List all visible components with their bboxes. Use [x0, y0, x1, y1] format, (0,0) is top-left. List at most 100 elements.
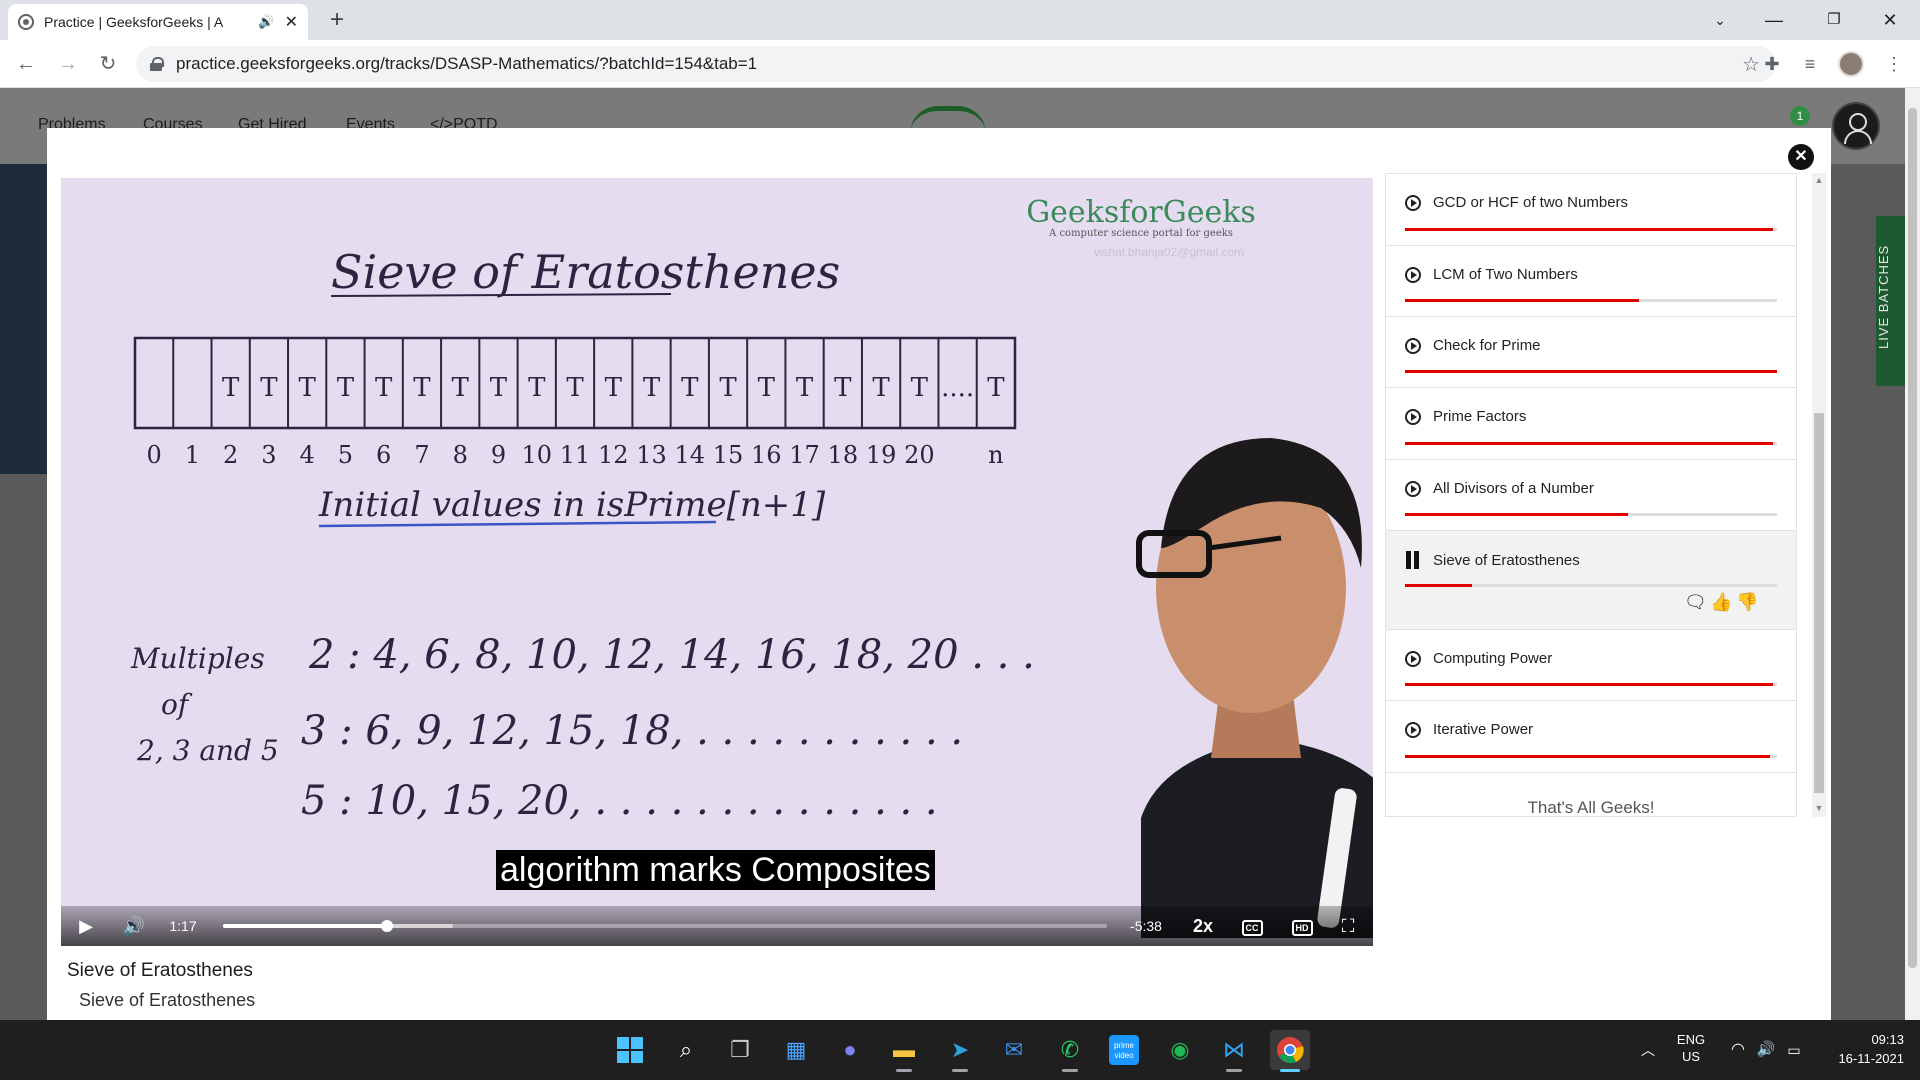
array-cell-value: T — [834, 373, 852, 403]
seek-handle[interactable] — [380, 920, 393, 932]
playlist-item-label: Iterative Power — [1433, 721, 1534, 738]
playlist-progress-fill — [1405, 513, 1629, 516]
profile-avatar[interactable] — [1838, 51, 1864, 77]
array-index-label: 3 — [261, 441, 276, 469]
array-index-label: 12 — [598, 441, 629, 469]
extensions-icon[interactable]: ✚ — [1758, 50, 1786, 78]
playlist-item[interactable]: Computing Power — [1386, 630, 1796, 701]
playlist-item-active[interactable]: Sieve of Eratosthenes 🗨 👍 👎 — [1386, 531, 1796, 630]
notification-badge[interactable]: 1 — [1790, 106, 1810, 126]
playlist-item[interactable]: LCM of Two Numbers — [1386, 246, 1796, 317]
page-hero-strip — [0, 164, 48, 474]
mail-icon[interactable]: ✉ — [994, 1030, 1034, 1070]
battery-icon[interactable]: ▭ — [1782, 1020, 1806, 1080]
more-menu-icon[interactable]: ⋮ — [1880, 50, 1908, 78]
play-circle-icon — [1405, 480, 1421, 497]
array-cell-value: T — [758, 373, 776, 403]
tray-overflow-icon[interactable]: ︿ — [1636, 1020, 1660, 1080]
page-scrollbar[interactable] — [1905, 88, 1920, 1020]
playlist-item[interactable]: Prime Factors — [1386, 388, 1796, 460]
playlist-item[interactable]: GCD or HCF of two Numbers — [1386, 174, 1796, 246]
fullscreen-icon[interactable]: ⛶ — [1333, 906, 1363, 946]
array-cell-value: T — [413, 373, 431, 403]
clock[interactable]: 09:13 16-11-2021 — [1818, 1020, 1904, 1080]
tab-search-icon[interactable]: ⌄ — [1690, 0, 1750, 40]
quality-icon[interactable]: HD — [1287, 906, 1317, 946]
playlist-progress-fill — [1405, 370, 1777, 373]
minimize-button[interactable]: — — [1744, 0, 1804, 40]
close-tab-icon[interactable]: ✕ — [285, 12, 298, 32]
whatsapp-icon[interactable]: ✆ — [1050, 1030, 1090, 1072]
prime-video-icon[interactable]: prime video — [1104, 1030, 1144, 1070]
taskbar: ⌕ ❐ ▦ ● ▬ ➤ ✉ ✆ prime video ◉ ⋈ ︿ ENG US… — [0, 1020, 1920, 1080]
running-indicator — [1062, 1069, 1078, 1072]
playlist-panel: GCD or HCF of two Numbers LCM of Two Num… — [1385, 173, 1797, 817]
lock-icon[interactable] — [150, 57, 164, 71]
array-cell-value: T — [490, 373, 508, 403]
browser-tab[interactable]: Practice | GeeksforGeeks | A 🔊 ✕ — [8, 4, 308, 40]
play-icon[interactable]: ▶ — [71, 906, 101, 946]
speaker-icon[interactable]: 🔊 — [258, 14, 274, 30]
video-player[interactable]: GeeksforGeeks A computer science portal … — [61, 178, 1373, 946]
playlist-scrollbar-thumb[interactable] — [1814, 413, 1824, 793]
playlist-item[interactable]: Check for Prime — [1386, 317, 1796, 388]
wifi-icon[interactable]: ◠ — [1726, 1020, 1750, 1080]
array-index-label: 11 — [560, 441, 591, 469]
media-control-icon[interactable]: ≡ — [1796, 50, 1824, 78]
restore-button[interactable]: ❐ — [1804, 0, 1864, 40]
address-bar[interactable]: practice.geeksforgeeks.org/tracks/DSASP-… — [136, 46, 1776, 82]
playlist-item[interactable]: Iterative Power — [1386, 701, 1796, 773]
teams-chat-icon[interactable]: ● — [830, 1030, 870, 1070]
array-index-label: 20 — [904, 441, 935, 469]
array-cell-value: T — [911, 373, 929, 403]
array-cell-value: T — [528, 373, 546, 403]
close-modal-button[interactable]: ✕ — [1788, 144, 1814, 170]
file-explorer-icon[interactable]: ▬ — [884, 1030, 924, 1072]
task-view-icon[interactable]: ❐ — [720, 1030, 760, 1070]
array-index-label: 14 — [675, 441, 706, 469]
playlist-scrollbar[interactable]: ▲ ▼ — [1812, 173, 1826, 817]
array-cells: T T T T T T T T T T T T T T T T T T T.... T — [172, 338, 1005, 428]
speed-button[interactable]: 2x — [1183, 906, 1223, 946]
language-indicator[interactable]: ENG US — [1666, 1020, 1716, 1080]
close-window-button[interactable]: ✕ — [1860, 0, 1920, 40]
globe-icon — [18, 14, 34, 30]
widgets-icon[interactable]: ▦ — [776, 1030, 816, 1070]
video-title: Sieve of Eratosthenes — [67, 960, 253, 981]
forward-button[interactable]: → — [52, 48, 84, 80]
watermark-email: vishal.bhanja02@gmail.com — [1094, 245, 1244, 259]
reload-button[interactable]: ↻ — [92, 48, 124, 80]
array-cell-value: T — [260, 373, 278, 403]
page-scrollbar-thumb[interactable] — [1908, 108, 1917, 968]
multiples-row-3: 3 : 6, 9, 12, 15, 18, . . . . . . . . . … — [301, 708, 963, 754]
playlist-item[interactable]: All Divisors of a Number — [1386, 460, 1796, 531]
spotify-icon[interactable]: ◉ — [1160, 1030, 1200, 1070]
video-subtitle: Sieve of Eratosthenes — [79, 990, 256, 1010]
search-icon[interactable]: ⌕ — [666, 1030, 706, 1070]
chrome-icon[interactable] — [1270, 1030, 1310, 1072]
user-avatar[interactable] — [1832, 102, 1880, 150]
thumbs-up-icon[interactable]: 👍 — [1710, 591, 1732, 613]
seek-bar[interactable] — [223, 920, 1107, 932]
multiples-row-5: 5 : 10, 15, 20, . . . . . . . . . . . . … — [301, 778, 938, 824]
multiples-label-line1: Multiples — [130, 642, 265, 675]
volume-tray-icon[interactable]: 🔊 — [1754, 1020, 1778, 1080]
back-button[interactable]: ← — [10, 48, 42, 80]
captions-icon[interactable]: CC — [1237, 906, 1267, 946]
scroll-down-icon[interactable]: ▼ — [1812, 803, 1826, 813]
live-batches-tab[interactable]: LIVE BATCHES — [1876, 216, 1905, 386]
start-icon[interactable] — [610, 1030, 650, 1070]
array-cell-value: T — [872, 373, 890, 403]
running-indicator — [896, 1069, 912, 1072]
new-tab-button[interactable]: + — [322, 6, 352, 36]
browser-toolbar: ← → ↻ practice.geeksforgeeks.org/tracks/… — [0, 40, 1920, 88]
comment-icon[interactable]: 🗨 — [1684, 591, 1707, 613]
telegram-icon[interactable]: ➤ — [940, 1030, 980, 1072]
volume-icon[interactable]: 🔊 — [119, 906, 149, 946]
vscode-icon[interactable]: ⋈ — [1214, 1030, 1254, 1072]
thumbs-down-icon[interactable]: 👎 — [1736, 591, 1758, 613]
array-indices: 0 1 2 3 4 5 6 7 8 9 10 11 12 13 14 15 16 17 18 19 20 n — [146, 441, 1003, 469]
watermark-brand: GeeksforGeeks — [1026, 195, 1256, 230]
scroll-up-icon[interactable]: ▲ — [1812, 175, 1826, 185]
multiples-label-line3: 2, 3 and 5 — [136, 734, 279, 767]
